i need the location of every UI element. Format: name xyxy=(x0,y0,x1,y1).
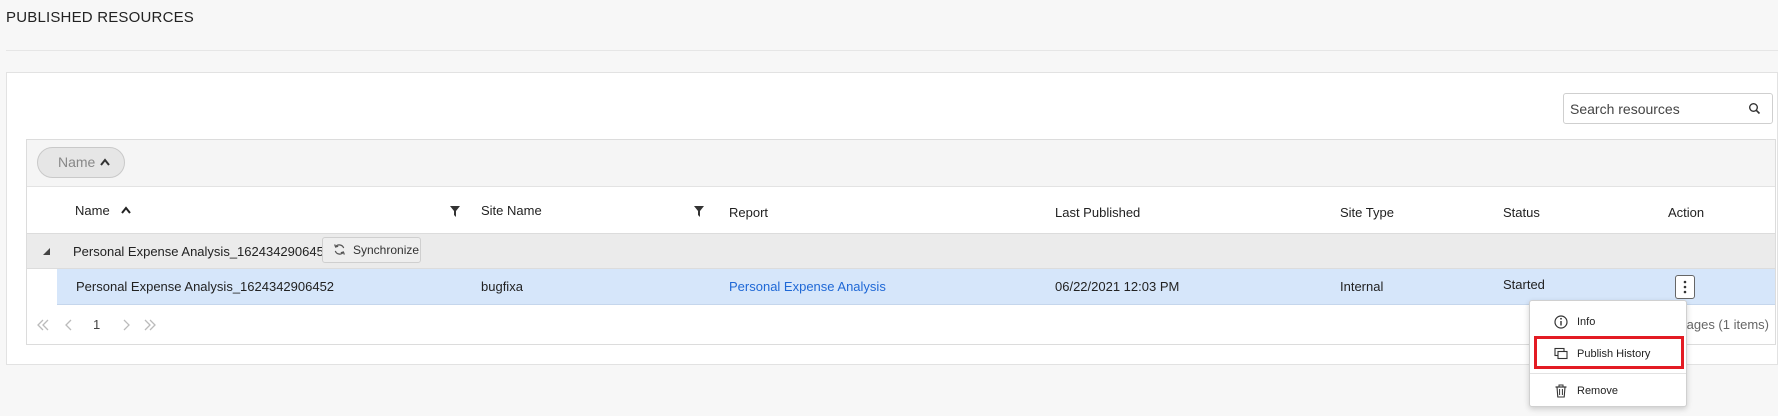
row-action-button[interactable] xyxy=(1675,275,1695,299)
page-title: PUBLISHED RESOURCES xyxy=(6,9,195,26)
title-divider xyxy=(6,50,1778,51)
synchronize-label: Synchronize xyxy=(353,243,420,257)
resources-grid: Name Name Site Name Report Last Publishe… xyxy=(26,139,1776,345)
trash-icon xyxy=(1555,384,1567,398)
group-chip-label: Name xyxy=(58,154,96,170)
menu-item-info[interactable]: Info xyxy=(1530,307,1686,337)
current-page-number[interactable]: 1 xyxy=(93,317,100,332)
info-icon xyxy=(1554,315,1568,329)
refresh-icon xyxy=(334,244,345,255)
column-header-site-name[interactable]: Site Name xyxy=(481,187,542,234)
collapse-triangle-icon[interactable] xyxy=(43,248,50,255)
search-icon[interactable] xyxy=(1748,102,1762,116)
column-header-report[interactable]: Report xyxy=(729,189,768,236)
last-page-icon[interactable] xyxy=(144,318,156,332)
table-row[interactable]: Personal Expense Analysis_1624342906452 … xyxy=(57,269,1775,305)
next-page-icon[interactable] xyxy=(120,318,132,332)
menu-divider xyxy=(1530,373,1686,374)
menu-item-label: Info xyxy=(1577,316,1596,328)
column-header-name[interactable]: Name xyxy=(75,187,132,234)
cell-last-published: 06/22/2021 12:03 PM xyxy=(1055,279,1180,294)
grid-header: Name Site Name Report Last Published Sit… xyxy=(27,187,1775,234)
cell-status: Started xyxy=(1503,277,1545,292)
highlight-box xyxy=(1534,336,1684,369)
group-row: Personal Expense Analysis_1624342906452 … xyxy=(27,234,1775,269)
menu-item-remove[interactable]: Remove xyxy=(1530,376,1686,406)
synchronize-button[interactable]: Synchronize xyxy=(322,237,421,263)
first-page-icon[interactable] xyxy=(37,318,49,332)
column-header-status[interactable]: Status xyxy=(1503,189,1540,236)
chevron-up-icon xyxy=(100,158,110,166)
column-header-last-published[interactable]: Last Published xyxy=(1055,189,1140,236)
group-panel: Name xyxy=(27,140,1775,187)
more-vertical-icon xyxy=(1683,280,1687,294)
column-name-label: Name xyxy=(75,203,110,218)
search-box[interactable] xyxy=(1563,93,1773,124)
previous-page-icon[interactable] xyxy=(63,318,75,332)
group-row-label: Personal Expense Analysis_1624342906452 xyxy=(73,244,332,259)
cell-site-name: bugfixa xyxy=(481,279,523,294)
pager-info: ages (1 items) xyxy=(1686,317,1769,332)
menu-item-label: Remove xyxy=(1577,385,1618,397)
group-chip-name[interactable]: Name xyxy=(37,147,125,178)
sort-ascending-icon xyxy=(121,206,132,214)
cell-name: Personal Expense Analysis_1624342906452 xyxy=(76,279,335,294)
filter-icon[interactable] xyxy=(694,206,704,217)
cell-site-type: Internal xyxy=(1340,279,1384,294)
column-header-action: Action xyxy=(1668,205,1705,220)
report-link[interactable]: Personal Expense Analysis xyxy=(729,269,886,305)
row-action-menu: Info Publish History Remove xyxy=(1529,300,1687,407)
filter-icon[interactable] xyxy=(450,206,460,217)
column-header-site-type[interactable]: Site Type xyxy=(1340,189,1394,236)
pager: 1 ages (1 items) xyxy=(27,305,1775,345)
search-input[interactable] xyxy=(1570,98,1740,119)
